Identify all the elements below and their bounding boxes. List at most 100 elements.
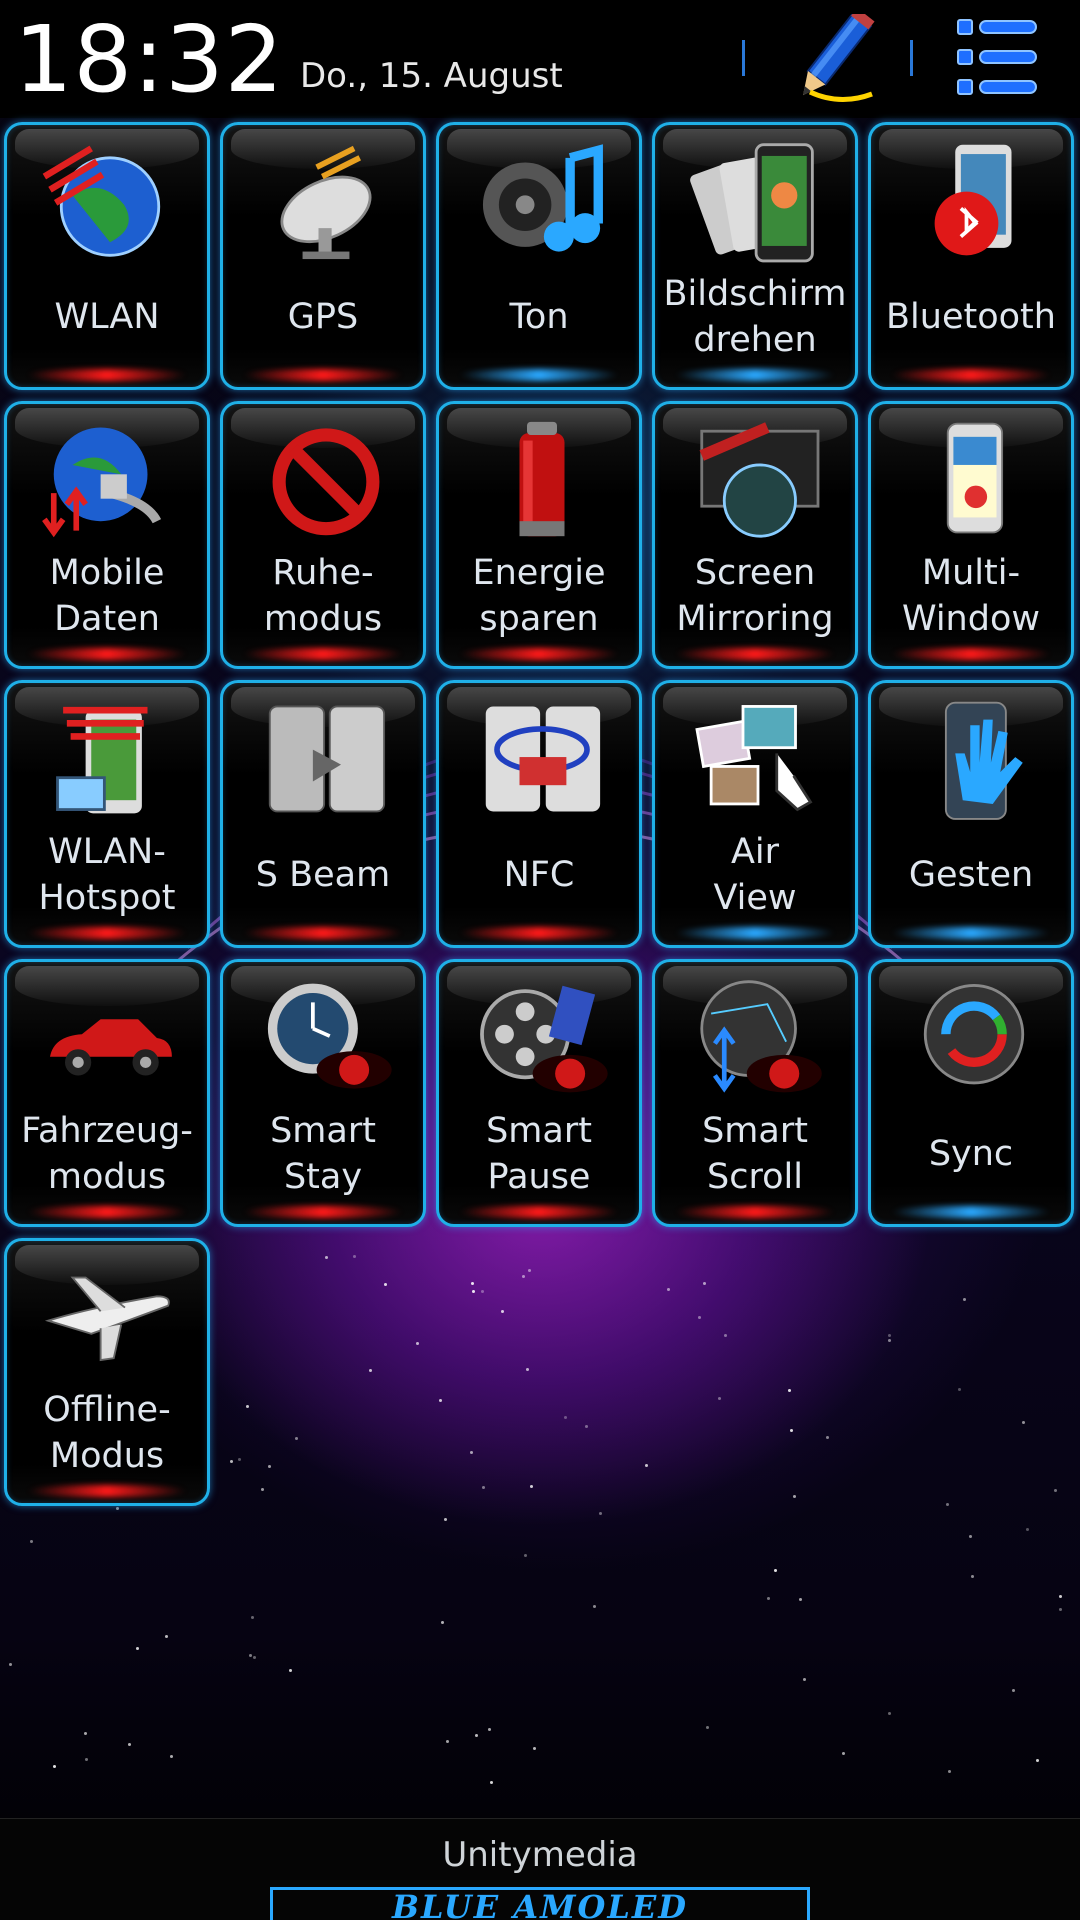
tile-label: Ton [509,297,569,337]
toggle-tile-sync[interactable]: Sync [868,959,1074,1227]
wallpaper-star [230,1460,233,1463]
wallpaper-star [289,1669,292,1672]
state-indicator [459,369,619,381]
tile-label: Offline- Modus [43,1390,171,1476]
wallpaper-star [724,1334,727,1337]
toggle-tile-mobile-daten[interactable]: Mobile Daten [4,401,210,669]
wallpaper-star [888,1339,891,1342]
wallpaper-star [53,1765,56,1768]
wallpaper-star [718,1397,721,1400]
wallpaper-star [165,1635,168,1638]
wallpaper-star [1054,1489,1057,1492]
toggle-tile-multi-window[interactable]: Multi- Window [868,401,1074,669]
toggle-tile-s-beam[interactable]: S Beam [220,680,426,948]
clock-eye-icon [251,972,401,1102]
wallpaper-star [803,1678,806,1681]
multi-window-phone-icon [899,414,1049,544]
wallpaper-star [963,1298,966,1301]
wallpaper-star [84,1732,87,1735]
tile-label: Bluetooth [886,297,1056,337]
clock: 18:32 [14,6,285,113]
menu-button[interactable] [952,14,1042,102]
hand-phone-icon [899,693,1049,823]
brand-label: BLUE AMOLED [392,1888,688,1920]
wallpaper-star [251,1616,254,1619]
status-header: 18:32 Do., 15. August [0,0,1080,118]
wallpaper-star [136,1647,139,1650]
wallpaper-star [585,1425,588,1428]
tile-label: Mobile Daten [49,553,165,639]
toggle-tile-bildschirm-drehen[interactable]: Bildschirm drehen [652,122,858,390]
toggle-tile-fahrzeug-modus[interactable]: Fahrzeug- modus [4,959,210,1227]
state-indicator [891,369,1051,381]
state-indicator [459,927,619,939]
toggle-tile-bluetooth[interactable]: Bluetooth [868,122,1074,390]
wallpaper-star [706,1726,709,1729]
wallpaper-star [946,1503,949,1506]
tile-label: Smart Stay [270,1111,376,1197]
tile-label: Bildschirm drehen [663,274,847,360]
toggle-tile-gesten[interactable]: Gesten [868,680,1074,948]
list-menu-icon [957,19,1037,95]
toggle-tile-ton[interactable]: Ton [436,122,642,390]
state-indicator [27,1485,187,1497]
state-indicator [243,648,403,660]
state-indicator [891,648,1051,660]
wallpaper-star [703,1282,706,1285]
wallpaper-star [249,1654,252,1657]
wallpaper-star [9,1663,12,1666]
wallpaper-star [888,1334,891,1337]
wallpaper-star [1059,1595,1062,1598]
edit-button[interactable] [780,7,880,104]
wallpaper-star [1036,1759,1039,1762]
wallpaper-star [599,1512,602,1515]
state-indicator [27,927,187,939]
toggle-tile-screen-mirroring[interactable]: Screen Mirroring [652,401,858,669]
tile-label: Smart Scroll [702,1111,808,1197]
tile-label: Energie sparen [472,553,606,639]
wallpaper-star [790,1429,793,1432]
toggle-tile-offline-modus[interactable]: Offline- Modus [4,1238,210,1506]
tile-label: WLAN [54,297,160,337]
divider [742,40,745,76]
wallpaper-star [439,1399,442,1402]
wallpaper-star [170,1755,173,1758]
state-indicator [891,1206,1051,1218]
wallpaper-star [482,1486,485,1489]
toggle-tile-wlan[interactable]: WLAN [4,122,210,390]
wallpaper-star [774,1569,777,1572]
wallpaper-star [530,1485,533,1488]
tile-label: GPS [287,297,359,337]
carrier-name: Unitymedia [442,1835,638,1875]
wallpaper-star [826,1436,829,1439]
toggle-tile-smart-scroll[interactable]: Smart Scroll [652,959,858,1227]
tile-label: Fahrzeug- modus [21,1111,193,1197]
wallpaper-star [526,1368,529,1371]
state-indicator [243,927,403,939]
car-icon [35,972,185,1102]
toggle-tile-ruhe-modus[interactable]: Ruhe- modus [220,401,426,669]
wallpaper-star [971,1575,974,1578]
toggle-tile-nfc[interactable]: NFC [436,680,642,948]
globe-wifi-icon [35,135,185,265]
tile-label: Screen Mirroring [676,553,834,639]
toggle-tile-air-view[interactable]: Air View [652,680,858,948]
tile-label: Gesten [908,855,1034,895]
toggle-tile-gps[interactable]: GPS [220,122,426,390]
toggle-tile-smart-pause[interactable]: Smart Pause [436,959,642,1227]
toggle-tile-wlan-hotspot[interactable]: WLAN- Hotspot [4,680,210,948]
toggle-tile-smart-stay[interactable]: Smart Stay [220,959,426,1227]
wallpaper-star [842,1752,845,1755]
wallpaper-star [799,1598,802,1601]
tile-label: Sync [928,1134,1014,1174]
wallpaper-star [969,1535,972,1538]
wallpaper-star [325,1256,328,1259]
state-indicator [675,927,835,939]
toggle-tile-energie-sparen[interactable]: Energie sparen [436,401,642,669]
wallpaper-star [1022,1421,1025,1424]
tile-label: Multi- Window [901,553,1040,639]
wallpaper-star [533,1747,536,1750]
divider [910,40,913,76]
state-indicator [27,1206,187,1218]
wallpaper-star [490,1781,493,1784]
